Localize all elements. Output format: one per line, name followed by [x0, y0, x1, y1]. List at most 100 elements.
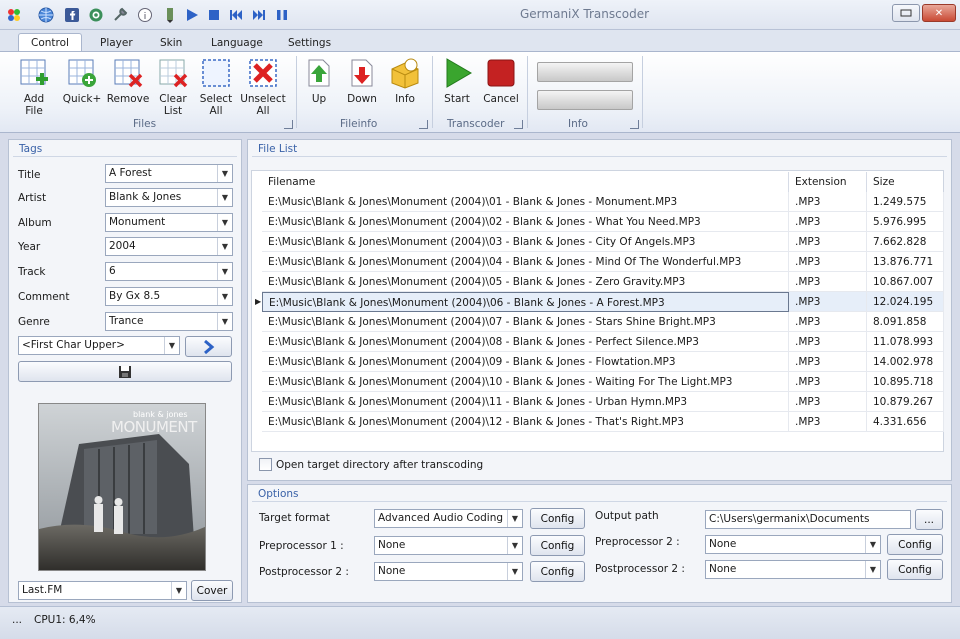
status-bar: ... CPU1: 6,4% [0, 606, 960, 639]
remove-button[interactable]: Remove [106, 56, 150, 105]
album-field[interactable]: Monument ▼ [105, 213, 233, 232]
filename-cell: E:\Music\Blank & Jones\Monument (2004)\0… [262, 232, 789, 252]
quick-add-button[interactable]: Quick+ [62, 56, 102, 105]
preprocessor-1-select[interactable]: None ▼ [374, 536, 523, 555]
tab-control[interactable]: Control [18, 33, 82, 52]
open-target-checkbox[interactable] [259, 458, 272, 471]
info-progress-bar-2 [537, 90, 633, 110]
info-launcher-icon[interactable] [630, 120, 639, 129]
move-down-button[interactable]: Down [344, 56, 380, 105]
facebook-icon[interactable] [62, 5, 82, 25]
files-launcher-icon[interactable] [284, 120, 293, 129]
target-format-select[interactable]: Advanced Audio Coding (A ▼ [374, 509, 523, 528]
table-row[interactable]: E:\Music\Blank & Jones\Monument (2004)\0… [262, 272, 944, 292]
table-row[interactable]: E:\Music\Blank & Jones\Monument (2004)\0… [262, 192, 944, 212]
tab-language[interactable]: Language [199, 33, 275, 52]
cancel-button[interactable]: Cancel [482, 56, 520, 105]
year-field[interactable]: 2004 ▼ [105, 237, 233, 256]
column-header-size[interactable]: Size [867, 172, 944, 192]
cover-button[interactable]: Cover [191, 580, 233, 601]
table-row[interactable]: E:\Music\Blank & Jones\Monument (2004)\0… [262, 232, 944, 252]
previous-icon[interactable] [226, 5, 246, 25]
group-label-fileinfo: Fileinfo [340, 118, 378, 130]
table-row[interactable]: E:\Music\Blank & Jones\Monument (2004)\0… [262, 312, 944, 332]
next-icon[interactable] [249, 5, 269, 25]
chevron-down-icon[interactable]: ▼ [164, 337, 179, 354]
column-header-filename[interactable]: Filename [262, 172, 789, 192]
column-header-extension[interactable]: Extension [789, 172, 867, 192]
apply-case-button[interactable] [185, 336, 232, 357]
tools-icon[interactable] [110, 5, 130, 25]
filename-cell: E:\Music\Blank & Jones\Monument (2004)\0… [262, 252, 789, 272]
case-format-select[interactable]: <First Char Upper> ▼ [18, 336, 180, 355]
chevron-down-icon[interactable]: ▼ [865, 536, 880, 553]
tab-skin[interactable]: Skin [148, 33, 194, 52]
pause-icon[interactable] [272, 5, 292, 25]
start-button[interactable]: Start [440, 56, 474, 105]
output-path-input[interactable]: C:\Users\germanix\Documents [705, 510, 911, 529]
table-row[interactable]: E:\Music\Blank & Jones\Monument (2004)\1… [262, 372, 944, 392]
unselect-all-button[interactable]: Unselect All [240, 56, 286, 117]
extension-cell: .MP3 [789, 272, 867, 292]
select-all-button[interactable]: Select All [196, 56, 236, 117]
cover-source-select[interactable]: Last.FM ▼ [18, 581, 187, 600]
track-field[interactable]: 6 ▼ [105, 262, 233, 281]
table-row[interactable]: E:\Music\Blank & Jones\Monument (2004)\1… [262, 412, 944, 432]
table-row[interactable]: E:\Music\Blank & Jones\Monument (2004)\0… [262, 292, 944, 312]
clear-list-button[interactable]: Clear List [154, 56, 192, 117]
chevron-down-icon[interactable]: ▼ [217, 238, 232, 255]
chevron-down-icon[interactable]: ▼ [507, 563, 522, 580]
preprocessor-1-config-button[interactable]: Config [530, 535, 585, 556]
genre-field[interactable]: Trance ▼ [105, 312, 233, 331]
target-icon[interactable] [86, 5, 106, 25]
comment-field[interactable]: By Gx 8.5 ▼ [105, 287, 233, 306]
postprocessor-left-select[interactable]: None ▼ [374, 562, 523, 581]
chevron-down-icon[interactable]: ▼ [507, 510, 522, 527]
size-cell: 10.879.267 [867, 392, 944, 412]
table-row[interactable]: E:\Music\Blank & Jones\Monument (2004)\0… [262, 332, 944, 352]
save-tags-button[interactable] [18, 361, 232, 382]
fileinfo-launcher-icon[interactable] [419, 120, 428, 129]
about-icon[interactable]: i [135, 5, 155, 25]
postprocessor-left-label: Postprocessor 2 : [259, 566, 349, 578]
browse-output-button[interactable]: ... [915, 509, 943, 530]
genre-label: Genre [18, 316, 50, 328]
chevron-down-icon[interactable]: ▼ [865, 561, 880, 578]
postprocessor-right-select[interactable]: None ▼ [705, 560, 881, 579]
postprocessor-left-config-button[interactable]: Config [530, 561, 585, 582]
globe-icon[interactable] [36, 5, 56, 25]
restore-button[interactable] [892, 4, 920, 22]
artist-field[interactable]: Blank & Jones ▼ [105, 188, 233, 207]
group-separator [432, 56, 433, 128]
add-file-button[interactable]: Add File [14, 56, 54, 117]
close-button[interactable]: ✕ [922, 4, 956, 22]
pen-icon[interactable] [160, 5, 180, 25]
chevron-down-icon[interactable]: ▼ [217, 189, 232, 206]
table-row[interactable]: E:\Music\Blank & Jones\Monument (2004)\1… [262, 392, 944, 412]
play-icon[interactable] [182, 5, 202, 25]
tab-player[interactable]: Player [88, 33, 145, 52]
move-up-button[interactable]: Up [302, 56, 336, 105]
transcoder-launcher-icon[interactable] [514, 120, 523, 129]
chevron-down-icon[interactable]: ▼ [217, 263, 232, 280]
chevron-down-icon[interactable]: ▼ [217, 313, 232, 330]
chevron-down-icon[interactable]: ▼ [171, 582, 186, 599]
title-field[interactable]: A Forest ▼ [105, 164, 233, 183]
arrow-right-icon [203, 339, 214, 354]
stop-icon[interactable] [204, 5, 224, 25]
table-row[interactable]: E:\Music\Blank & Jones\Monument (2004)\0… [262, 252, 944, 272]
chevron-down-icon[interactable]: ▼ [217, 288, 232, 305]
table-row[interactable]: E:\Music\Blank & Jones\Monument (2004)\0… [262, 212, 944, 232]
chevron-down-icon[interactable]: ▼ [217, 165, 232, 182]
target-format-config-button[interactable]: Config [530, 508, 585, 529]
app-logo-icon[interactable] [4, 5, 24, 25]
chevron-down-icon[interactable]: ▼ [217, 214, 232, 231]
tab-settings[interactable]: Settings [276, 33, 343, 52]
preprocessor-2-config-button[interactable]: Config [887, 534, 943, 555]
preprocessor-2-label: Preprocessor 2 : [595, 536, 680, 548]
preprocessor-2-select[interactable]: None ▼ [705, 535, 881, 554]
table-row[interactable]: E:\Music\Blank & Jones\Monument (2004)\0… [262, 352, 944, 372]
postprocessor-right-config-button[interactable]: Config [887, 559, 943, 580]
info-button[interactable]: Info [388, 56, 422, 105]
chevron-down-icon[interactable]: ▼ [507, 537, 522, 554]
